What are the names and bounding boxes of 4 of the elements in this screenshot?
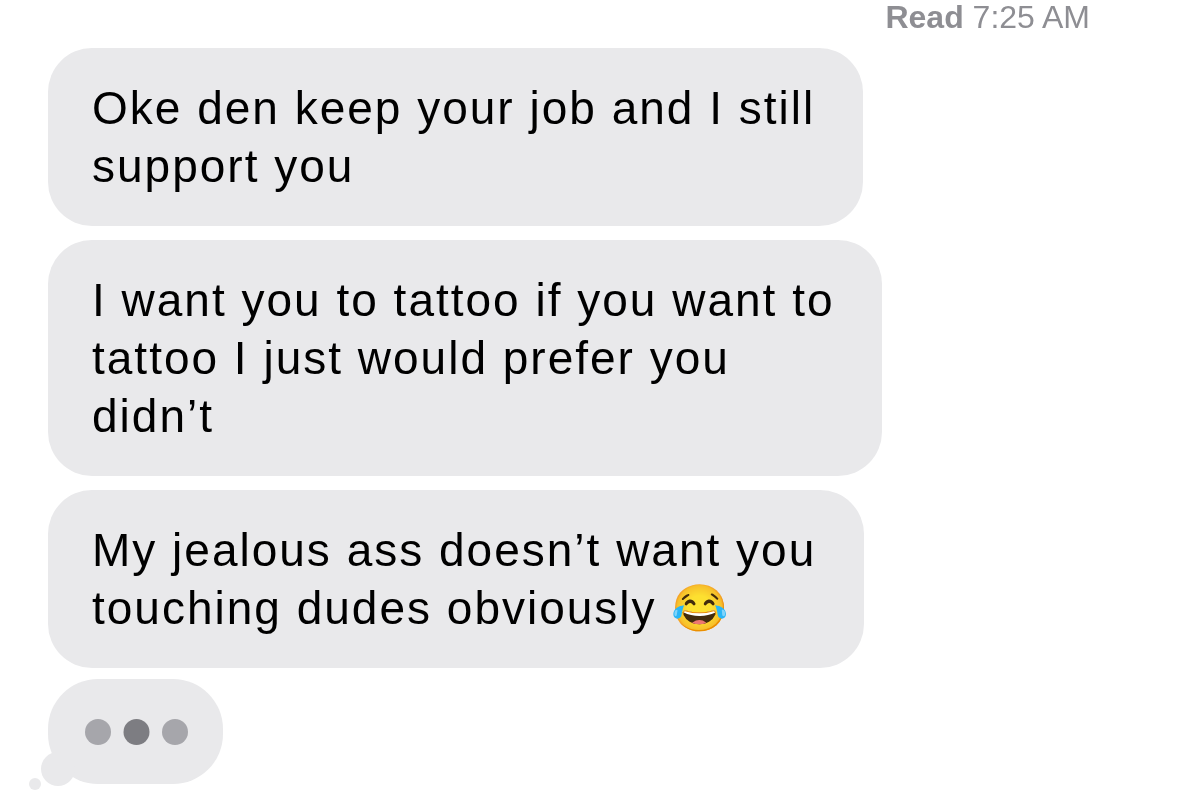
message-text: I want you to tattoo if you want to tattoo I just would prefer you didn’t [92, 274, 835, 442]
read-receipt: Read 7:25 AM [885, 0, 1090, 34]
message-text: My jealous ass doesn’t want you touching dudes obviously 😂 [92, 524, 817, 634]
message-text: Oke den keep your job and I still support you [92, 82, 816, 192]
